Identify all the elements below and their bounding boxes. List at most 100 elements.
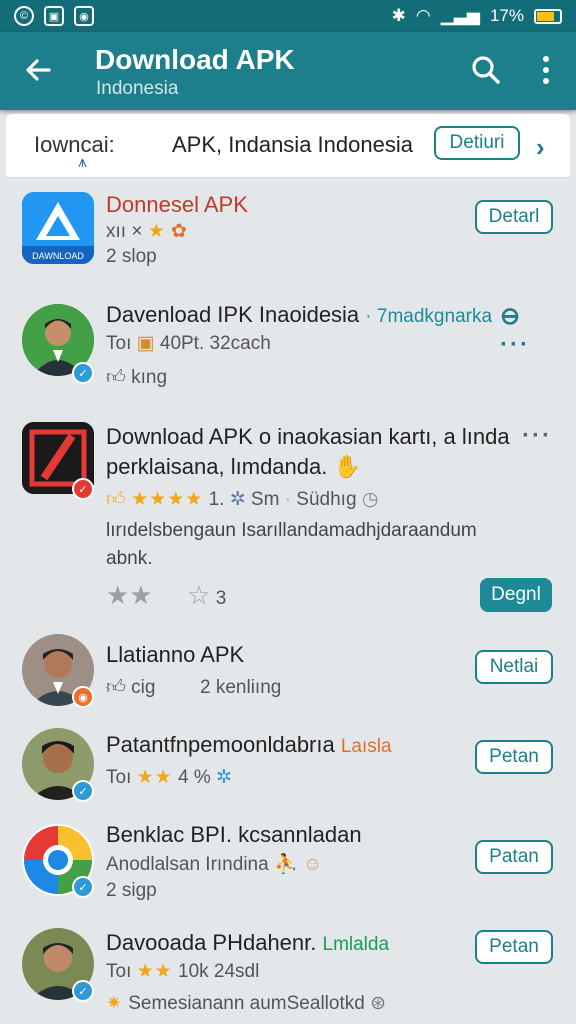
back-button[interactable] (18, 50, 58, 90)
star-icon: ✷ (106, 993, 123, 1014)
pin-icon: ⩚ (78, 154, 88, 171)
item-description: ✷ Semesianann aumSeallotkd ⊛ (106, 992, 386, 1015)
page-title: Download APK (95, 44, 295, 75)
item-meta: Toı ▣ 40Pt. 32cach (106, 332, 271, 355)
rating-stars: ★★ (136, 767, 173, 788)
item-meta-text: 2 kenliıng (200, 677, 282, 698)
notification-icon: ◉ (74, 6, 94, 26)
item-more-button[interactable]: ··· (522, 422, 552, 450)
item-title-accent: Lmlalda (322, 934, 390, 955)
search-button[interactable] (466, 50, 506, 90)
item-size: 2 sigp (106, 880, 157, 901)
item-title: Davenload IPK Inaoidesia · 7madkgnarka (106, 302, 492, 328)
badge-icon: ◉ (72, 686, 94, 708)
package-icon: ▣ (136, 333, 155, 354)
search-icon (472, 56, 500, 84)
item-rate-row: ★★ ☆ 3 (106, 580, 226, 611)
status-left-icons: © ▣ ◉ (14, 6, 94, 26)
item-title-text: Davooada PHdahenr. (106, 930, 317, 955)
item-meta: Anodlalsan Irındina ⛹ ☺ (106, 852, 322, 876)
detail-button[interactable]: Petan (475, 740, 553, 774)
battery-icon (534, 8, 562, 24)
item-title: Patantfnpemoonldabrıa Laısla (106, 732, 392, 758)
battery-percent: 17% (489, 6, 524, 25)
chevron-right-icon[interactable]: › (536, 132, 545, 163)
item-likes: 👍︎ kıng (106, 366, 167, 389)
gear-icon: ✲ (216, 767, 232, 788)
app-icon: DAWNLOAD (22, 192, 94, 264)
item-description-line1: lırıdelsbengaun Isarıllandamadhjdaraandu… (106, 520, 477, 541)
list-item[interactable]: ✓ Benklac BPI. kcsannladan Anodlalsan Ir… (6, 810, 570, 910)
overflow-menu-button[interactable] (530, 50, 562, 90)
item-title-text: perklaisana, lımdanda. (106, 454, 328, 479)
detail-button[interactable]: Detarl (475, 200, 553, 234)
item-meta-text: Toı (106, 333, 132, 354)
more-dot-icon (543, 56, 549, 62)
thumbs-up-icon: 👍︎ (106, 677, 126, 698)
item-meta-text: 10k 24sdl (178, 961, 260, 982)
rating-number: 1. (208, 489, 225, 510)
wifi-icon: ◠ (415, 6, 431, 25)
star-outline-icon[interactable]: ☆ (187, 580, 210, 610)
item-meta-text: Anodlalsan Irındina (106, 854, 269, 875)
gift-icon: ✿ (171, 221, 187, 242)
detail-button[interactable]: Netlai (475, 650, 553, 684)
list-item[interactable]: ✓ Download APK o inaokasian kartı, a lın… (6, 406, 570, 624)
item-rating: 👍︎ ★★★★ 1. ✲ Sm · Südhıg ◷ (106, 489, 379, 510)
item-meta: xıı × ★ ✿ (106, 220, 187, 243)
detail-button[interactable]: Petan (475, 930, 553, 964)
item-meta-text: Südhıg (296, 489, 357, 510)
verified-icon: ✓ (72, 980, 94, 1002)
item-description-line2: abnk. (106, 548, 153, 569)
gallery-icon: ▣ (44, 6, 64, 26)
copyright-icon: © (14, 6, 34, 26)
item-meta: Toı ★★ 4 % ✲ (106, 766, 232, 789)
item-size: 2 slop (106, 246, 157, 267)
item-meta-text: cig (131, 677, 156, 698)
vibrate-icon: ✱ (391, 6, 406, 25)
filter-value: APK, Indansia Indonesia (172, 132, 413, 157)
item-meta: 👍︎ cig 2 kenliıng (106, 676, 281, 699)
item-meta: Toı ★★ 10k 24sdl (106, 960, 259, 983)
item-meta-text: Toı (106, 767, 132, 788)
item-title: Llatianno APK (106, 642, 245, 667)
badge-icon: ✓ (72, 478, 94, 500)
filter-label: Iowncai: (34, 132, 115, 157)
item-meta-text: xıı × (106, 221, 143, 242)
emoji-icon: ✋ (333, 454, 361, 479)
list-item[interactable]: ◉ Llatianno APK 👍︎ cig 2 kenliıng Netlai (6, 624, 570, 716)
thumbs-up-icon: 👍︎ (106, 367, 126, 388)
rating-stars: ★★ (136, 961, 173, 982)
verified-icon: ✓ (72, 362, 94, 384)
svg-text:DAWNLOAD: DAWNLOAD (32, 251, 84, 261)
verified-icon: ✓ (72, 780, 94, 802)
item-likes-text: kıng (131, 367, 168, 388)
people-icon: ⛹ (273, 854, 298, 875)
item-meta-text: Toı (106, 961, 132, 982)
star-filled-icon[interactable]: ★★ (106, 580, 153, 610)
download-button[interactable]: Degnl (480, 578, 552, 612)
rating-stars: ★★★★ (131, 489, 204, 510)
status-right-icons: ✱ ◠ ▁▃▅ 17% (392, 6, 562, 26)
item-title-accent: Laısla (340, 736, 392, 757)
app-bar: Download APK Indonesia (0, 32, 576, 110)
item-meta-text: 40Pt. 32cach (159, 333, 271, 354)
item-title-line2: perklaisana, lımdanda. ✋ (106, 454, 361, 480)
item-title: Donnesel APK (106, 192, 248, 217)
clock-icon: ◷ (361, 489, 379, 510)
signal-icon: ▁▃▅ (440, 6, 480, 25)
item-meta-text: Sm (250, 489, 280, 510)
item-title: Davooada PHdahenr. Lmlalda (106, 930, 389, 956)
detail-button[interactable]: Patan (475, 840, 553, 874)
list-item[interactable]: ✓ Patantfnpemoonldabrıa Laısla Toı ★★ 4 … (6, 716, 570, 810)
filter-detail-button[interactable]: Detiuri (434, 126, 520, 160)
item-more-button[interactable]: ⊖ ··· (500, 302, 530, 359)
verified-icon: ✓ (72, 876, 94, 898)
star-icon: ★ (147, 221, 166, 242)
status-bar: © ▣ ◉ ✱ ◠ ▁▃▅ 17% (0, 0, 576, 32)
thumbs-up-icon: 👍︎ (106, 489, 126, 510)
item-title-accent: · 7madkgnarka (365, 306, 493, 327)
rating-count: 3 (215, 588, 227, 609)
settings-icon: ✲ (229, 489, 246, 510)
page-subtitle: Indonesia (96, 78, 179, 99)
